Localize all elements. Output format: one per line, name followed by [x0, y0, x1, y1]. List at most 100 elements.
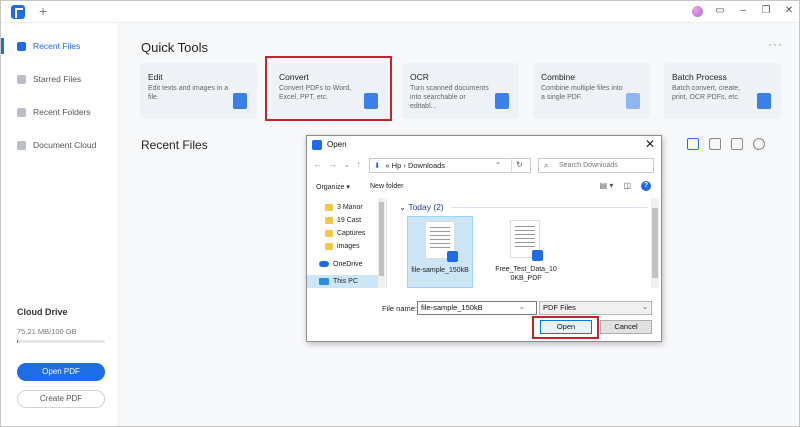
- close-icon[interactable]: ✕: [783, 5, 795, 17]
- folder-icon: [325, 217, 333, 224]
- path-prefix: «: [385, 161, 390, 170]
- up-arrow-icon[interactable]: ↑: [357, 159, 368, 169]
- file-item[interactable]: Free_Test_Data_100KB_PDF: [493, 216, 559, 288]
- tool-title: Edit: [148, 72, 163, 82]
- nav-item-label: This PC: [333, 278, 358, 285]
- nav-item-label: OneDrive: [333, 261, 363, 268]
- nav-item-this-pc[interactable]: This PC: [307, 275, 378, 288]
- file-type-value: PDF Files: [543, 303, 576, 312]
- help-icon[interactable]: ?: [641, 181, 651, 191]
- sidebar-item-document-cloud[interactable]: Document Cloud: [1, 134, 119, 156]
- scrollbar-thumb[interactable]: [379, 202, 384, 276]
- cloud-usage-fill: [17, 340, 19, 343]
- recent-locations-icon[interactable]: ⌄: [343, 159, 357, 169]
- path-segment-downloads[interactable]: Downloads: [408, 161, 445, 170]
- view-toggle-group: [687, 138, 765, 150]
- tool-card-edit[interactable]: Edit Edit texts and images in a file.: [140, 63, 257, 119]
- address-bar[interactable]: ⬇ « Hp › Downloads: [369, 158, 531, 173]
- cancel-button[interactable]: Cancel: [600, 320, 652, 334]
- nav-scrollbar[interactable]: [378, 198, 385, 288]
- cloud-icon: [17, 140, 26, 150]
- tool-desc: Batch convert, create, print, OCR PDFs, …: [672, 85, 741, 101]
- sidebar-item-recent-folders[interactable]: Recent Folders: [1, 101, 119, 123]
- file-item[interactable]: file-sample_150kB: [407, 216, 473, 288]
- change-view-icon[interactable]: ▤ ▾: [600, 181, 614, 191]
- pdf-app-badge-icon: [447, 251, 458, 262]
- grid-view-icon[interactable]: [709, 138, 721, 150]
- app-window: + ▭ – ❐ ✕ Recent Files Starred Files Rec…: [0, 0, 800, 427]
- nav-item-captures[interactable]: Captures: [307, 227, 385, 240]
- this-pc-icon: [319, 278, 329, 285]
- folder-icon: [325, 243, 333, 250]
- avatar-icon[interactable]: [692, 5, 703, 17]
- nav-item-3-manor[interactable]: 3 Manor: [307, 201, 385, 214]
- tool-desc: Combine multiple files into a single PDF…: [541, 85, 623, 101]
- command-bar: Organize ▾ New folder ▤ ▾ ◫ ?: [307, 178, 661, 196]
- new-tab-button[interactable]: +: [39, 3, 47, 19]
- scrollbar-thumb[interactable]: [652, 208, 658, 278]
- dialog-title-bar: Open ✕: [307, 136, 661, 154]
- more-options-icon[interactable]: ···: [768, 37, 783, 51]
- sidebar: Recent Files Starred Files Recent Folder…: [1, 23, 119, 426]
- forward-arrow-icon[interactable]: →: [328, 159, 343, 169]
- downloads-folder-icon: ⬇: [374, 161, 381, 170]
- delete-icon[interactable]: [731, 138, 743, 150]
- chevron-down-icon: ⌄: [642, 304, 648, 311]
- minimize-icon[interactable]: –: [737, 5, 749, 17]
- nav-item-images[interactable]: images: [307, 240, 385, 253]
- file-name-row: File name: file-sample_150kB ⌄ PDF Files…: [307, 299, 661, 317]
- organize-menu[interactable]: Organize ▾: [316, 183, 350, 191]
- address-row: ←→⌄↑ ⬇ « Hp › Downloads ⌄ ↻ ⌕ Search Dow…: [307, 155, 661, 177]
- onedrive-icon: [319, 261, 329, 267]
- sidebar-item-starred-files[interactable]: Starred Files: [1, 68, 119, 90]
- nav-item-label: images: [337, 243, 360, 250]
- cloud-usage-bar: [17, 340, 105, 343]
- nav-arrows: ←→⌄↑: [313, 159, 367, 170]
- refresh-icon[interactable]: ↻: [511, 158, 527, 173]
- app-logo-icon: [11, 5, 25, 19]
- dialog-app-icon: [312, 140, 322, 150]
- convert-highlight-box: [265, 56, 392, 121]
- back-arrow-icon[interactable]: ←: [313, 159, 328, 169]
- pane-splitter[interactable]: [386, 198, 387, 288]
- message-icon[interactable]: ▭: [714, 5, 726, 17]
- create-pdf-button[interactable]: Create PDF: [17, 390, 105, 408]
- file-name-dropdown-icon[interactable]: ⌄: [519, 303, 525, 311]
- recent-files-icon: [17, 41, 26, 51]
- recent-files-title: Recent Files: [141, 138, 208, 152]
- ocr-icon: [495, 93, 509, 109]
- group-header-today[interactable]: ⌄ Today (2): [399, 202, 444, 213]
- file-type-select[interactable]: PDF Files ⌄: [539, 301, 652, 315]
- dialog-close-icon[interactable]: ✕: [645, 137, 655, 151]
- nav-item-19-cast[interactable]: 19 Cast: [307, 214, 385, 227]
- address-dropdown-icon[interactable]: ⌄: [495, 158, 501, 166]
- list-view-icon[interactable]: [687, 138, 699, 150]
- batch-process-icon: [757, 93, 771, 109]
- path-separator: ›: [403, 161, 406, 170]
- path-segment-hp[interactable]: Hp: [392, 161, 402, 170]
- sidebar-item-label: Recent Folders: [33, 107, 91, 117]
- title-bar: + ▭ – ❐ ✕: [1, 1, 799, 23]
- file-list: ⌄ Today (2) file-sample_150kB Free_Test_…: [399, 198, 661, 288]
- open-pdf-button[interactable]: Open PDF: [17, 363, 105, 381]
- restore-icon[interactable]: ❐: [760, 5, 772, 17]
- nav-item-label: 19 Cast: [337, 217, 362, 224]
- search-input[interactable]: ⌕ Search Downloads: [538, 158, 654, 173]
- sidebar-item-recent-files[interactable]: Recent Files: [1, 35, 119, 57]
- nav-item-label: Captures: [337, 230, 366, 237]
- sidebar-item-label: Starred Files: [33, 74, 82, 84]
- navigation-pane: 3 Manor 19 Cast Captures images OneDrive…: [307, 198, 385, 288]
- tool-card-ocr[interactable]: OCR Turn scanned documents into searchab…: [402, 63, 519, 119]
- group-divider: [451, 207, 648, 208]
- tool-card-batch-process[interactable]: Batch Process Batch convert, create, pri…: [664, 63, 781, 119]
- tool-title: Batch Process: [672, 72, 727, 82]
- preview-pane-icon[interactable]: ◫: [623, 181, 631, 191]
- nav-item-onedrive[interactable]: OneDrive: [307, 258, 385, 271]
- refresh-icon[interactable]: [753, 138, 765, 150]
- tool-card-combine[interactable]: Combine Combine multiple files into a si…: [533, 63, 650, 119]
- open-highlight-box: [532, 316, 599, 339]
- file-list-scrollbar[interactable]: [651, 198, 659, 288]
- new-folder-button[interactable]: New folder: [370, 183, 403, 190]
- file-name: Free_Test_Data_100KB_PDF: [495, 266, 557, 282]
- window-controls: ▭ – ❐ ✕: [692, 5, 795, 17]
